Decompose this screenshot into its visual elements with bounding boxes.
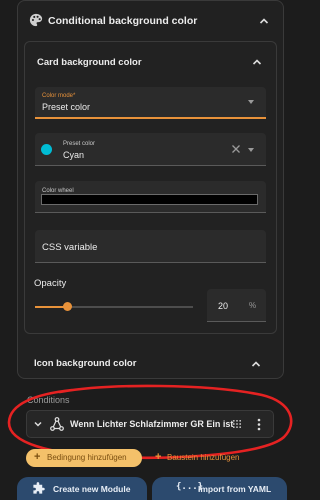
- color-swatch: [41, 144, 52, 155]
- plus-icon: +: [34, 451, 41, 463]
- add-block-button[interactable]: + Baustein hinzufügen: [155, 449, 255, 467]
- color-mode-value: Preset color: [42, 102, 91, 112]
- opacity-label: Opacity: [34, 278, 67, 289]
- opacity-slider-thumb[interactable]: [62, 302, 72, 311]
- card-background-title: Card background color: [37, 57, 142, 68]
- palette-icon: [29, 13, 43, 27]
- css-variable-field[interactable]: CSS variable: [35, 230, 266, 263]
- preset-color-value: Cyan: [63, 150, 85, 160]
- create-module-label: Create new Module: [53, 484, 131, 494]
- card-background-panel: Card background color Color mode* Preset…: [24, 41, 277, 334]
- add-condition-button[interactable]: + Bedingung hinzufügen: [26, 449, 142, 467]
- conditional-background-title: Conditional background color: [48, 15, 198, 27]
- condition-tree-icon: [50, 417, 64, 431]
- opacity-unit: %: [249, 301, 257, 310]
- chevron-up-icon[interactable]: [251, 56, 263, 68]
- add-block-label: Baustein hinzufügen: [167, 453, 240, 462]
- opacity-slider[interactable]: [35, 302, 193, 311]
- dropdown-arrow-icon: [248, 100, 254, 104]
- preset-color-label: Preset color: [63, 141, 96, 147]
- conditions-label: Conditions: [27, 395, 70, 405]
- color-mode-label: Color mode*: [42, 93, 76, 99]
- css-variable-label: CSS variable: [42, 242, 98, 253]
- color-wheel-field[interactable]: Color wheel: [35, 181, 266, 213]
- more-vert-icon[interactable]: [256, 418, 262, 431]
- page: Conditional background color Card backgr…: [0, 0, 302, 500]
- color-mode-select[interactable]: Color mode* Preset color: [35, 87, 266, 119]
- puzzle-icon: [33, 482, 45, 494]
- import-yaml-button[interactable]: {...} Import from YAML: [152, 477, 287, 500]
- plus-icon: +: [155, 451, 162, 463]
- opacity-input[interactable]: 20 %: [207, 289, 266, 322]
- clear-icon[interactable]: [231, 144, 241, 154]
- import-yaml-label: Import from YAML: [198, 484, 272, 494]
- chevron-up-icon[interactable]: [250, 358, 262, 370]
- icon-background-title: Icon background color: [34, 358, 137, 369]
- create-module-button[interactable]: Create new Module: [17, 477, 147, 500]
- preset-color-select[interactable]: Preset color Cyan: [35, 133, 266, 166]
- icon-background-header[interactable]: Icon background color: [24, 348, 277, 378]
- add-condition-label: Bedingung hinzufügen: [47, 453, 127, 462]
- drag-handle-icon[interactable]: [232, 419, 242, 429]
- condition-text: Wenn Lichter Schlafzimmer GR Ein ist: [70, 419, 234, 429]
- opacity-slider-fill: [35, 306, 67, 308]
- chevron-down-icon[interactable]: [33, 419, 43, 429]
- chevron-up-icon[interactable]: [258, 15, 270, 27]
- opacity-value: 20: [218, 301, 229, 311]
- condition-item[interactable]: Wenn Lichter Schlafzimmer GR Ein ist: [26, 410, 274, 438]
- dropdown-arrow-icon[interactable]: [248, 148, 254, 152]
- color-wheel-input[interactable]: [41, 194, 258, 205]
- conditional-background-header[interactable]: Conditional background color: [18, 1, 283, 41]
